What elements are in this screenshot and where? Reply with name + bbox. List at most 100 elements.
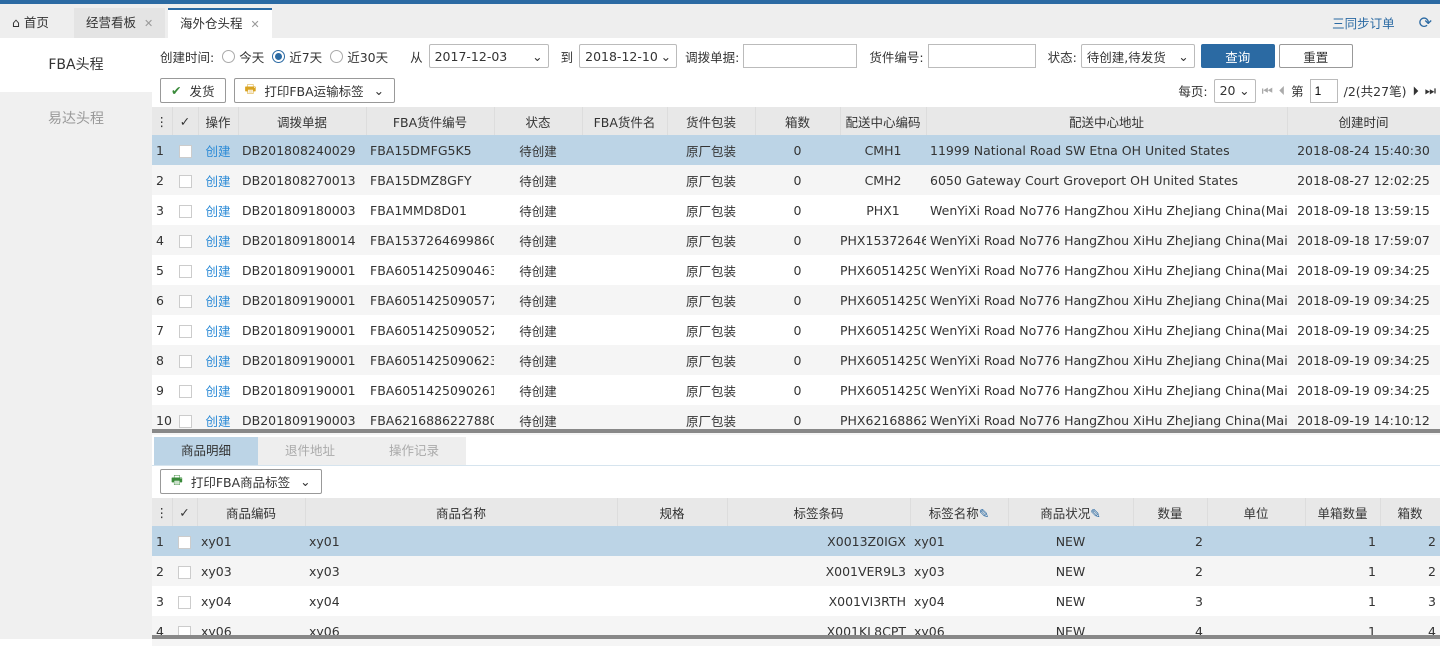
row-checkbox[interactable]: [178, 294, 192, 308]
table-row[interactable]: 6 创建 DB201809190001 FBA60514250905773 待创建 原厂包…: [152, 285, 1440, 315]
create-link[interactable]: 创建: [198, 315, 238, 345]
column-header[interactable]: FBA货件编号: [366, 107, 495, 135]
tab-operation-log[interactable]: 操作记录: [362, 437, 466, 465]
column-header[interactable]: 标签名称✎: [910, 498, 1009, 526]
radio-30days[interactable]: [330, 49, 344, 63]
row-checkbox-cell[interactable]: [172, 586, 197, 616]
create-link[interactable]: 创建: [198, 195, 238, 225]
column-header[interactable]: 单箱数量: [1305, 498, 1381, 526]
row-checkbox-cell[interactable]: [172, 195, 198, 225]
tab-home[interactable]: ⌂ 首页: [0, 8, 61, 38]
column-header[interactable]: 货件包装: [667, 107, 756, 135]
sync-orders-link[interactable]: 三同步订单: [1332, 16, 1395, 31]
row-checkbox-cell[interactable]: [172, 375, 198, 405]
column-header[interactable]: 配送中心地址: [926, 107, 1288, 135]
table-row[interactable]: 1 创建 DB201808240029 FBA15DMFG5K5 待创建 原厂包装 0 CMH…: [152, 135, 1440, 165]
row-checkbox-cell[interactable]: [172, 526, 197, 556]
ship-button[interactable]: ✔ 发货: [160, 78, 226, 103]
close-icon[interactable]: ✕: [251, 18, 260, 31]
search-button[interactable]: 查询: [1200, 44, 1275, 68]
create-link[interactable]: 创建: [198, 285, 238, 315]
row-checkbox[interactable]: [178, 354, 192, 368]
from-date-select[interactable]: 2017-12-03 ⌄: [428, 44, 549, 68]
create-link[interactable]: 创建: [198, 375, 238, 405]
column-header[interactable]: 规格: [617, 498, 728, 526]
create-link[interactable]: 创建: [198, 255, 238, 285]
row-checkbox[interactable]: [178, 144, 192, 158]
row-checkbox-cell[interactable]: [172, 345, 198, 375]
tab-dashboard[interactable]: 经营看板 ✕: [74, 8, 166, 38]
radio-today[interactable]: [222, 49, 236, 63]
row-checkbox[interactable]: [178, 565, 191, 579]
column-header[interactable]: 配送中心编码: [840, 107, 927, 135]
select-all-checkbox[interactable]: ✓: [172, 498, 198, 526]
column-header[interactable]: 创建时间: [1287, 107, 1440, 135]
to-date-select[interactable]: 2018-12-10 ⌄: [579, 44, 678, 68]
column-header[interactable]: FBA货件名: [582, 107, 668, 135]
table-row[interactable]: 3 创建 DB201809180003 FBA1MMD8D01 待创建 原厂包装 0 PHX1…: [152, 195, 1440, 225]
row-checkbox-cell[interactable]: [172, 135, 198, 165]
scrollbar[interactable]: [152, 635, 1440, 639]
tab-overseas-first-leg[interactable]: 海外仓头程 ✕: [168, 8, 272, 38]
row-checkbox[interactable]: [178, 384, 192, 398]
row-checkbox[interactable]: [178, 595, 191, 609]
create-link[interactable]: 创建: [198, 225, 238, 255]
column-header[interactable]: 状态: [494, 107, 583, 135]
print-fba-label-button[interactable]: 🖶 打印FBA运输标签 ⌄: [233, 78, 396, 103]
page-input[interactable]: [1309, 78, 1338, 103]
table-row[interactable]: 4 创建 DB201809180014 FBA1537264699860 待创建 原厂包装…: [152, 225, 1440, 255]
column-header[interactable]: 操作: [198, 107, 239, 135]
row-checkbox-cell[interactable]: [172, 255, 198, 285]
create-link[interactable]: 创建: [198, 345, 238, 375]
table-row[interactable]: 3 xy04 xy04 X001VI3RTH xy04 NEW 3 1 3: [152, 586, 1440, 616]
column-header[interactable]: 单位: [1207, 498, 1306, 526]
table-row[interactable]: 5 创建 DB201809190001 FBA60514250904639 待创建 原厂包…: [152, 255, 1440, 285]
create-link[interactable]: 创建: [198, 135, 238, 165]
select-all-checkbox[interactable]: ✓: [172, 107, 199, 135]
table-row[interactable]: 2 xy03 xy03 X001VER9L3 xy03 NEW 2 1 2: [152, 556, 1440, 586]
sidebar-item-yida[interactable]: 易达头程: [0, 92, 152, 146]
per-page-select[interactable]: 20 ⌄: [1213, 78, 1256, 103]
reset-button[interactable]: 重置: [1278, 44, 1353, 68]
column-header[interactable]: 商品状况✎: [1008, 498, 1134, 526]
table-row[interactable]: 4 xy06 xy06 X001KL8CPT xy06 NEW 4 1 4: [152, 616, 1440, 646]
tab-return-address[interactable]: 退件地址: [258, 437, 362, 465]
column-header[interactable]: 箱数: [755, 107, 841, 135]
column-header[interactable]: 数量: [1133, 498, 1208, 526]
sidebar-item-fba[interactable]: FBA头程: [0, 38, 152, 92]
print-product-label-button[interactable]: 🖶 打印FBA商品标签 ⌄: [160, 469, 322, 494]
row-checkbox-cell[interactable]: [172, 225, 198, 255]
row-checkbox[interactable]: [178, 535, 191, 549]
refresh-icon[interactable]: ⟳: [1419, 13, 1432, 32]
column-header[interactable]: 调拨单据: [238, 107, 367, 135]
row-checkbox[interactable]: [178, 174, 192, 188]
row-checkbox[interactable]: [178, 414, 192, 428]
table-row[interactable]: 7 创建 DB201809190001 FBA60514250905273 待创建 原厂包…: [152, 315, 1440, 345]
row-checkbox-cell[interactable]: [172, 616, 197, 646]
column-header[interactable]: 商品编码: [197, 498, 306, 526]
column-menu-icon[interactable]: ⋮: [152, 107, 173, 135]
radio-7days[interactable]: [272, 49, 286, 63]
row-checkbox-cell[interactable]: [172, 556, 197, 586]
row-checkbox[interactable]: [178, 324, 192, 338]
transfer-doc-input[interactable]: [743, 44, 858, 68]
status-select[interactable]: 待创建,待发货 ⌄: [1080, 44, 1195, 68]
prev-page-icon[interactable]: ⏴: [1279, 83, 1285, 99]
tab-product-detail[interactable]: 商品明细: [154, 437, 258, 465]
last-page-icon[interactable]: ⏭: [1425, 83, 1436, 99]
table-row[interactable]: 2 创建 DB201808270013 FBA15DMZ8GFY 待创建 原厂包装 0 CMH…: [152, 165, 1440, 195]
column-header[interactable]: 商品名称: [305, 498, 618, 526]
row-checkbox-cell[interactable]: [172, 165, 198, 195]
shipment-no-input[interactable]: [927, 44, 1036, 68]
row-checkbox[interactable]: [178, 204, 192, 218]
table-row[interactable]: 1 xy01 xy01 X0013Z0IGX xy01 NEW 2 1 2: [152, 526, 1440, 556]
row-checkbox-cell[interactable]: [172, 285, 198, 315]
create-link[interactable]: 创建: [198, 165, 238, 195]
splitter[interactable]: [152, 429, 1440, 433]
row-checkbox-cell[interactable]: [172, 315, 198, 345]
row-checkbox[interactable]: [178, 264, 192, 278]
table-row[interactable]: 9 创建 DB201809190001 FBA60514250902614 待创建 原厂包…: [152, 375, 1440, 405]
first-page-icon[interactable]: ⏮: [1262, 83, 1273, 99]
row-checkbox[interactable]: [178, 234, 192, 248]
column-header[interactable]: 箱数: [1380, 498, 1440, 526]
